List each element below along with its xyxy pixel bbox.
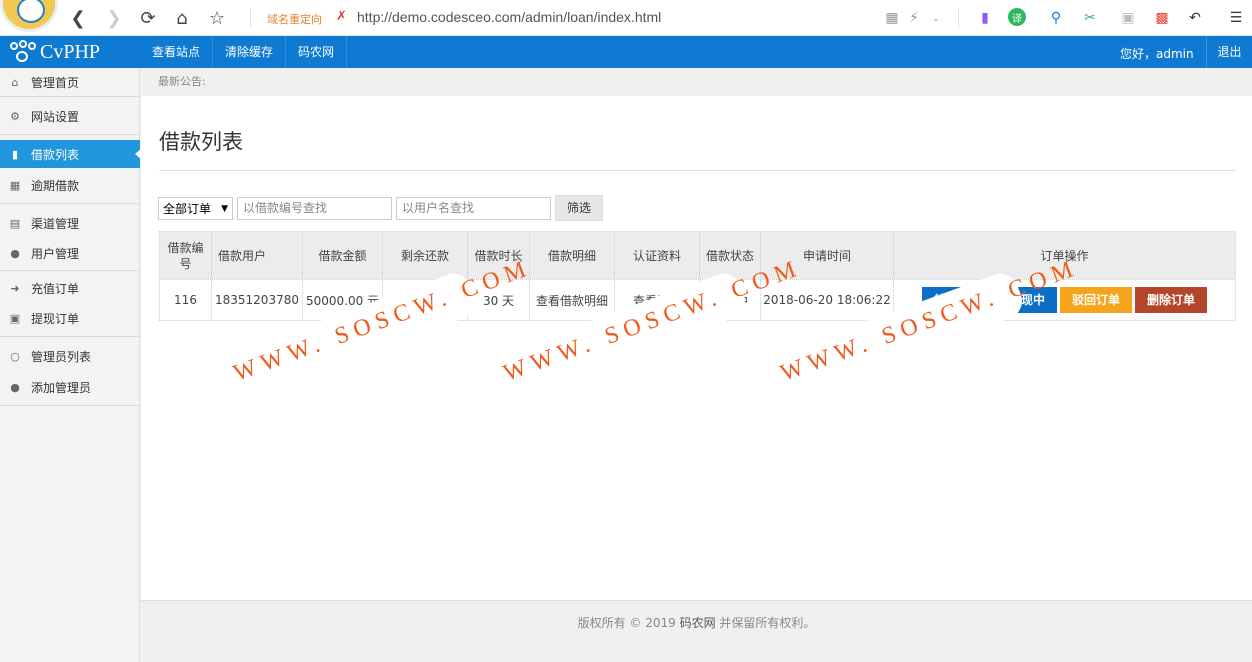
- col-header-id: 借款编号: [160, 232, 212, 279]
- book-icon: ▮: [11, 147, 19, 161]
- footer: 版权所有 © 2019 码农网 并保留所有权利。: [141, 600, 1252, 662]
- brand-logo[interactable]: CvPHP: [0, 36, 140, 68]
- cell-id: 116: [160, 280, 212, 320]
- gear-icon: ⚙: [10, 109, 20, 123]
- paw-icon: [8, 40, 38, 64]
- sidebar-item-users[interactable]: ● 用户管理: [0, 239, 140, 267]
- col-header-remaining: 剩余还款: [383, 232, 468, 279]
- table-icon: ▦: [9, 178, 21, 192]
- delete-order-button[interactable]: 删除订单: [1135, 287, 1208, 313]
- search-icon[interactable]: ⚲: [1046, 8, 1066, 28]
- footer-site-link[interactable]: 码农网: [680, 616, 716, 630]
- clear-cache-link[interactable]: 清除缓存: [213, 36, 287, 68]
- logout-button[interactable]: 退出: [1206, 36, 1252, 68]
- brand-name: CvPHP: [40, 40, 101, 63]
- screenshot-icon[interactable]: ▣: [1118, 8, 1138, 28]
- menu-icon[interactable]: ☰: [1226, 8, 1246, 28]
- sidebar: ⌂ 管理首页 ⚙ 网站设置 ▮ 借款列表 ▦ 逾期借款 ▤ 渠道管理 ● 用户管理 ➜ 充值订…: [0, 68, 141, 662]
- browser-logo-icon: [0, 0, 58, 32]
- dropdown-arrow-icon: ▼: [221, 204, 228, 214]
- back-icon[interactable]: ❮: [66, 6, 90, 30]
- filter-button[interactable]: 筛选: [555, 195, 603, 221]
- undo-icon[interactable]: ↶: [1185, 8, 1205, 28]
- reject-order-button[interactable]: 驳回订单: [1060, 287, 1133, 313]
- username-search-input[interactable]: 以用户名查找: [396, 197, 551, 220]
- view-loan-detail-link[interactable]: 查看借款明细: [530, 280, 615, 320]
- sidebar-item-recharge-orders[interactable]: ➜ 充值订单: [0, 274, 140, 302]
- order-no-search-input[interactable]: 以借款编号查找: [237, 197, 392, 220]
- col-header-user: 借款用户: [212, 232, 303, 279]
- browser-toolbar: ❮ ❯ ⟳ ⌂ ☆ 域名重定向 ✗ http://demo.codesceo.c…: [0, 0, 1252, 36]
- qr-code-icon[interactable]: ▦: [882, 8, 902, 28]
- col-header-auth: 认证资料: [615, 232, 700, 279]
- col-header-amount: 借款金额: [303, 232, 383, 279]
- user-greeting: 您好，admin: [1120, 47, 1194, 61]
- page-title: 借款列表: [159, 130, 243, 154]
- sidebar-item-admin-list[interactable]: ○ 管理员列表: [0, 342, 140, 370]
- translate-icon[interactable]: 译: [1008, 8, 1026, 26]
- cell-user: 18351203780: [212, 280, 303, 320]
- insecure-icon[interactable]: ✗: [336, 9, 347, 24]
- lightning-icon[interactable]: ⚡: [904, 8, 924, 28]
- extension-icon[interactable]: ▮: [975, 8, 995, 28]
- money-icon: ▣: [9, 311, 21, 325]
- user-icon: ●: [10, 246, 20, 260]
- site-link[interactable]: 码农网: [286, 36, 348, 68]
- chevron-down-icon[interactable]: ⌄: [926, 8, 946, 28]
- scissors-icon[interactable]: ✂: [1080, 8, 1100, 28]
- user-outline-icon: ○: [10, 349, 20, 363]
- apps-grid-icon[interactable]: ▩: [1152, 8, 1172, 28]
- sidebar-item-add-admin[interactable]: ● 添加管理员: [0, 373, 140, 401]
- user-add-icon: ●: [10, 380, 20, 394]
- bookmark-star-icon[interactable]: ☆: [205, 6, 229, 30]
- redirect-label: 域名重定向: [267, 13, 322, 26]
- sidebar-item-loan-list[interactable]: ▮ 借款列表: [0, 140, 141, 168]
- sidebar-item-overdue[interactable]: ▦ 逾期借款: [0, 171, 140, 199]
- sign-in-icon: ➜: [10, 281, 20, 295]
- box-icon: ▤: [9, 216, 21, 230]
- app-header: CvPHP 查看站点 清除缓存 码农网 您好，admin 退出: [0, 36, 1252, 68]
- sidebar-item-dashboard[interactable]: ⌂ 管理首页: [0, 68, 140, 96]
- sidebar-item-site-settings[interactable]: ⚙ 网站设置: [0, 102, 140, 130]
- notice-bar: 最新公告:: [141, 68, 1252, 96]
- sidebar-item-withdraw-orders[interactable]: ▣ 提现订单: [0, 304, 140, 332]
- home-icon[interactable]: ⌂: [170, 6, 194, 30]
- order-status-select[interactable]: 全部订单 ▼: [158, 197, 233, 220]
- home-icon: ⌂: [11, 75, 19, 89]
- address-bar[interactable]: http://demo.codesceo.com/admin/loan/inde…: [357, 9, 661, 25]
- reload-icon[interactable]: ⟳: [136, 6, 160, 30]
- forward-icon[interactable]: ❯: [102, 6, 126, 30]
- sidebar-item-channels[interactable]: ▤ 渠道管理: [0, 209, 140, 237]
- view-site-link[interactable]: 查看站点: [140, 36, 214, 68]
- col-header-detail: 借款明细: [530, 232, 615, 279]
